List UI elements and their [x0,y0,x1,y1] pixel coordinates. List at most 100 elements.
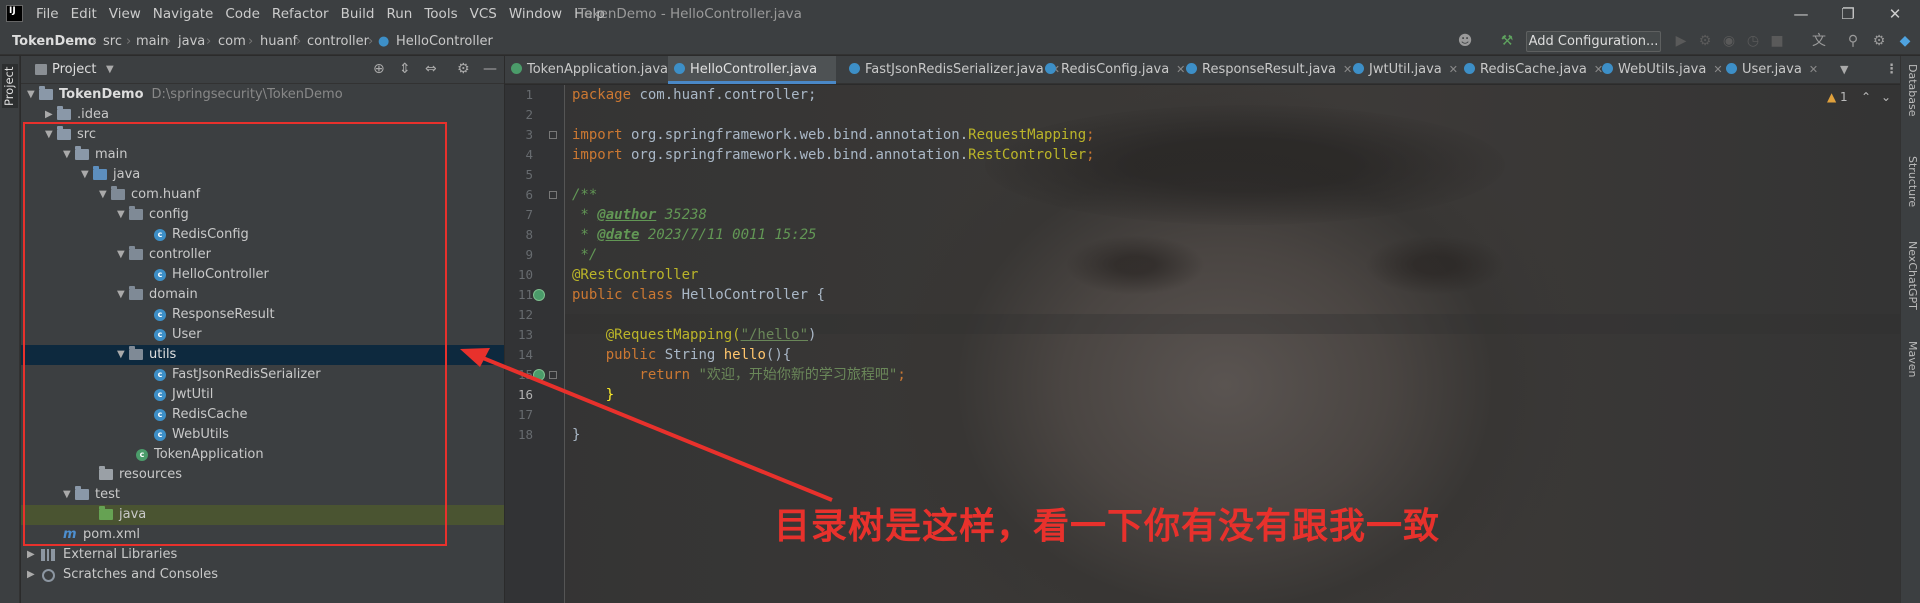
fold-icon[interactable] [549,371,557,379]
fold-icon[interactable] [549,191,557,199]
breadcrumb-controller[interactable]: controller [307,34,369,49]
menu-view[interactable]: View [103,6,147,22]
menu-refactor[interactable]: Refactor [266,6,335,22]
hide-icon[interactable]: — [483,61,497,77]
restore-icon[interactable]: ❐ [1825,3,1871,25]
chevron-down-icon[interactable]: ▼ [81,165,89,185]
tab-hellocontroller[interactable]: HelloController.java [668,56,836,84]
menu-file[interactable]: File [30,6,65,22]
user-icon[interactable]: ☻ [1456,32,1474,50]
search-icon[interactable]: ⚲ [1844,32,1862,50]
translate-icon[interactable]: 文 [1810,32,1828,50]
breadcrumb-java[interactable]: java [178,34,205,49]
tab-fastjsonredisserializer[interactable]: FastJsonRedisSerializer.java✕ [843,56,1060,84]
chevron-down-icon[interactable]: ▼ [99,185,107,205]
chevron-down-icon[interactable]: ▼ [117,285,125,305]
warning-icon[interactable]: ▲ [1827,90,1836,104]
fold-icon[interactable] [549,131,557,139]
gear-icon[interactable]: ⚙ [1870,32,1888,50]
collapse-all-icon[interactable]: ⇔ [425,61,437,77]
tree-item-idea[interactable]: ▶ .idea [21,105,504,125]
chevron-down-icon[interactable]: ⌄ [1881,90,1891,104]
close-icon[interactable]: ✕ [1872,3,1918,25]
close-icon[interactable]: ✕ [1809,63,1818,76]
breadcrumb-src[interactable]: src [103,34,122,49]
menu-navigate[interactable]: Navigate [147,6,220,22]
chevron-right-icon[interactable]: ▶ [27,545,35,565]
more-icon[interactable]: ⋮ [1885,56,1898,84]
structure-tool-tab[interactable]: Structure [1903,156,1919,207]
tree-item-domain[interactable]: ▼ domain [21,285,504,305]
chevron-right-icon[interactable]: ▶ [27,565,35,585]
project-panel-title[interactable]: Project [52,62,96,77]
expand-all-icon[interactable]: ⇕ [399,61,411,77]
tree-item-com-huanf[interactable]: ▼ com.huanf [21,185,504,205]
menu-run[interactable]: Run [380,6,418,22]
locate-icon[interactable]: ⊕ [373,61,385,77]
tab-rediscache[interactable]: RedisCache.java ✕ [1458,56,1603,84]
chevron-up-icon[interactable]: ⌃ [1861,90,1871,104]
tab-webutils[interactable]: WebUtils.java ✕ [1596,56,1723,84]
menu-tools[interactable]: Tools [418,6,463,22]
nexchatgpt-tool-tab[interactable]: NexChatGPT [1903,241,1919,310]
chevron-right-icon[interactable]: ▶ [45,105,53,125]
chevron-down-icon[interactable]: ▼ [63,145,71,165]
build-hammer-icon[interactable]: ⚒ [1498,32,1516,50]
tree-item-tokenapplication[interactable]: c TokenApplication [21,445,504,465]
tree-item-utils[interactable]: ▼ utils [21,345,504,365]
tree-item-user[interactable]: c User [21,325,504,345]
tab-redisconfig[interactable]: RedisConfig.java ✕ [1039,56,1185,84]
tab-jwtutil[interactable]: JwtUtil.java ✕ [1347,56,1458,84]
tree-item-rediscache[interactable]: c RedisCache [21,405,504,425]
tree-item-config[interactable]: ▼ config [21,205,504,225]
tree-item-pom[interactable]: m pom.xml [21,525,504,545]
close-icon[interactable]: ✕ [1449,63,1458,76]
menu-build[interactable]: Build [335,6,381,22]
tree-item-jwtutil[interactable]: c JwtUtil [21,385,504,405]
menu-edit[interactable]: Edit [65,6,103,22]
spring-mapping-gutter-icon[interactable] [533,369,545,381]
plugin-icon[interactable]: ◆ [1896,32,1914,50]
tree-item-main[interactable]: ▼ main [21,145,504,165]
tab-tokenapplication[interactable]: TokenApplication.java✕ [505,56,684,84]
tree-item-fastjsonredisserializer[interactable]: c FastJsonRedisSerializer [21,365,504,385]
chevron-down-icon[interactable]: ▼ [117,345,125,365]
chevron-down-icon[interactable]: ▼ [117,205,125,225]
spring-bean-gutter-icon[interactable] [533,289,545,301]
tree-item-test[interactable]: ▼ test [21,485,504,505]
breadcrumb-main[interactable]: main [136,34,168,49]
add-configuration-button[interactable]: Add Configuration... [1526,31,1661,52]
tree-item-controller[interactable]: ▼ controller [21,245,504,265]
tree-item-hellocontroller[interactable]: c HelloController [21,265,504,285]
breadcrumb-com[interactable]: com [218,34,246,49]
tree-item-test-java[interactable]: java [21,505,504,525]
database-tool-tab[interactable]: Database [1903,64,1919,117]
breadcrumb-huanf[interactable]: huanf [260,34,297,49]
tree-item-resources[interactable]: resources [21,465,504,485]
maven-tool-tab[interactable]: Maven [1903,341,1919,377]
tab-user[interactable]: User.java ✕ [1720,56,1818,84]
menu-vcs[interactable]: VCS [464,6,503,22]
tree-item-responseresult[interactable]: c ResponseResult [21,305,504,325]
chevron-down-icon[interactable]: ▼ [1840,56,1848,84]
minimize-icon[interactable]: — [1778,3,1824,25]
chevron-down-icon[interactable]: ▼ [63,485,71,505]
breadcrumb-project[interactable]: TokenDemo [12,34,97,49]
tree-item-src[interactable]: ▼ src [21,125,504,145]
chevron-down-icon[interactable]: ▼ [106,64,114,75]
chevron-down-icon[interactable]: ▼ [117,245,125,265]
tree-item-webutils[interactable]: c WebUtils [21,425,504,445]
tree-item-java[interactable]: ▼ java [21,165,504,185]
tree-item-scratches[interactable]: ▶ Scratches and Consoles [21,565,504,585]
chevron-down-icon[interactable]: ▼ [27,85,35,105]
tree-item-redisconfig[interactable]: c RedisConfig [21,225,504,245]
gear-icon[interactable]: ⚙ [457,61,470,77]
menu-window[interactable]: Window [503,6,568,22]
chevron-down-icon[interactable]: ▼ [45,125,53,145]
tree-item-external-libraries[interactable]: ▶ External Libraries [21,545,504,565]
menu-code[interactable]: Code [219,6,266,22]
breadcrumb-file[interactable]: HelloController [396,34,493,49]
tab-responseresult[interactable]: ResponseResult.java ✕ [1180,56,1352,84]
tree-item-tokendemo[interactable]: ▼ TokenDemo D:\springsecurity\TokenDemo [21,85,504,105]
project-tool-window-tab[interactable]: Project [2,64,18,108]
